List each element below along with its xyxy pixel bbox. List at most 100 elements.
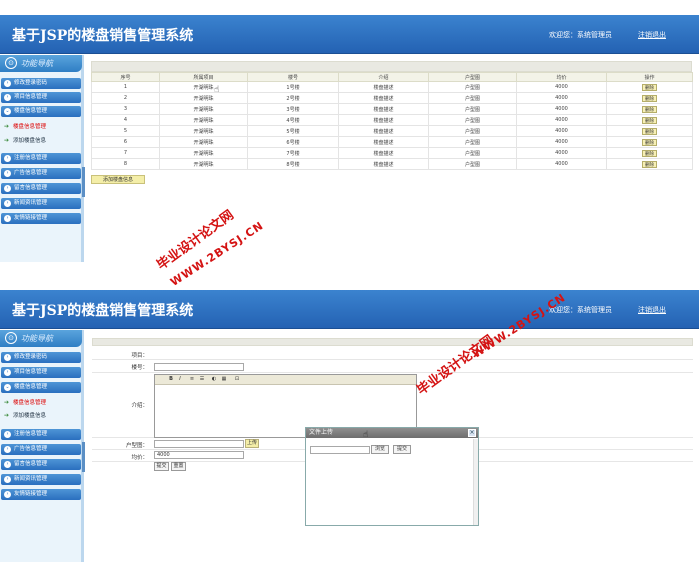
table-row: 7 开湖明珠 7号楼 楼盘描述 户型图 4000 删除 bbox=[91, 147, 693, 159]
table-cell: 6号楼 bbox=[247, 136, 339, 148]
sidebar: ⊙ 功能导航 › 修改登录密码 › 项目信息管理 ⌄ 楼盘信息管理 ➔ 楼盘信息管理 ➔… bbox=[0, 55, 84, 262]
table-cell: 6 bbox=[91, 136, 160, 148]
file-upload-dialog: 文件上传 × 浏览 提交 bbox=[305, 427, 479, 526]
menu-label: 修改登录密码 bbox=[14, 354, 48, 360]
table-cell: 4000 bbox=[516, 81, 607, 93]
menu-ad-management[interactable]: › 广告信息管理 bbox=[1, 168, 81, 179]
action-cell: 删除 bbox=[606, 147, 693, 159]
table-cell: 3号楼 bbox=[247, 103, 339, 115]
dialog-submit-button[interactable]: 提交 bbox=[393, 445, 411, 454]
menu-label: 广告信息管理 bbox=[14, 446, 48, 452]
menu-news-management[interactable]: › 新闻资讯管理 bbox=[1, 474, 81, 485]
table-cell: 2号楼 bbox=[247, 92, 339, 104]
table-cell: 楼盘描述 bbox=[338, 114, 429, 126]
submit-button[interactable]: 提交 bbox=[154, 462, 169, 471]
menu-project-management[interactable]: › 项目信息管理 bbox=[1, 92, 81, 103]
table-cell: 1 bbox=[91, 81, 160, 93]
reset-button[interactable]: 重置 bbox=[171, 462, 186, 471]
close-icon[interactable]: × bbox=[468, 429, 476, 437]
table-row: 1 开湖明珠 1号楼 楼盘描述 户型图 4000 删除 bbox=[91, 81, 693, 93]
menu-news-management[interactable]: › 新闻资讯管理 bbox=[1, 198, 81, 209]
image-icon[interactable]: ◐ bbox=[210, 376, 218, 383]
delete-button[interactable]: 删除 bbox=[642, 116, 657, 124]
menu-change-password[interactable]: › 修改登录密码 bbox=[1, 352, 81, 363]
arrow-right-icon: ➔ bbox=[4, 123, 10, 130]
table-row: 5 开湖明珠 5号楼 楼盘描述 户型图 4000 删除 bbox=[91, 125, 693, 137]
submenu-add-building[interactable]: ➔ 添加楼盘信息 bbox=[4, 136, 80, 146]
menu-message-management[interactable]: › 留言信息管理 bbox=[1, 183, 81, 194]
delete-button[interactable]: 删除 bbox=[642, 127, 657, 135]
chevron-right-icon: › bbox=[4, 476, 11, 483]
table-cell: 开湖明珠 bbox=[159, 136, 248, 148]
menu-change-password[interactable]: › 修改登录密码 bbox=[1, 78, 81, 89]
nav-header-label: 功能导航 bbox=[21, 334, 53, 343]
column-header: 所属项目 bbox=[159, 72, 248, 82]
menu-message-management[interactable]: › 留言信息管理 bbox=[1, 459, 81, 470]
table-icon[interactable]: ▦ bbox=[220, 376, 228, 383]
table-cell: 楼盘描述 bbox=[338, 103, 429, 115]
table-row: 2 开湖明珠 2号楼 楼盘描述 户型图 4000 删除 bbox=[91, 92, 693, 104]
menu-project-management[interactable]: › 项目信息管理 bbox=[1, 367, 81, 378]
menu-registration-management[interactable]: › 注册信息管理 bbox=[1, 429, 81, 440]
welcome-text: 欢迎您：系统管理员 bbox=[549, 31, 612, 39]
delete-button[interactable]: 删除 bbox=[642, 138, 657, 146]
logout-link[interactable]: 注销退出 bbox=[638, 30, 666, 40]
chevron-right-icon: › bbox=[4, 446, 11, 453]
upload-button[interactable]: 上传 bbox=[245, 439, 259, 448]
logout-link[interactable]: 注销退出 bbox=[638, 305, 666, 315]
sidebar-toggle-bar[interactable] bbox=[82, 442, 85, 472]
chevron-right-icon: › bbox=[4, 200, 11, 207]
dialog-scrollbar[interactable] bbox=[473, 439, 478, 525]
delete-button[interactable]: 删除 bbox=[642, 94, 657, 102]
sidebar-toggle-bar[interactable] bbox=[82, 167, 85, 197]
table-cell: 开湖明珠 bbox=[159, 92, 248, 104]
table-cell: 4000 bbox=[516, 125, 607, 137]
submenu-label: 楼盘信息管理 bbox=[13, 124, 47, 130]
menu-ad-management[interactable]: › 广告信息管理 bbox=[1, 444, 81, 455]
floorplan-input[interactable] bbox=[154, 440, 244, 448]
dialog-title: 文件上传 × bbox=[306, 428, 478, 438]
delete-button[interactable]: 删除 bbox=[642, 83, 657, 91]
add-building-button[interactable]: 添加楼盘信息 bbox=[91, 175, 145, 184]
delete-button[interactable]: 删除 bbox=[642, 105, 657, 113]
price-input[interactable]: 4000 bbox=[154, 451, 244, 459]
delete-button[interactable]: 删除 bbox=[642, 160, 657, 168]
column-header: 介绍 bbox=[338, 72, 429, 82]
menu-label: 楼盘信息管理 bbox=[14, 384, 48, 390]
action-cell: 删除 bbox=[606, 103, 693, 115]
chevron-down-icon: ⌄ bbox=[4, 384, 11, 391]
action-cell: 删除 bbox=[606, 136, 693, 148]
menu-links-management[interactable]: › 友情链接管理 bbox=[1, 489, 81, 500]
ordered-list-icon[interactable]: ≡ bbox=[188, 376, 196, 383]
menu-label: 项目信息管理 bbox=[14, 94, 48, 100]
arrow-right-icon: ➔ bbox=[4, 412, 10, 419]
hand-cursor-icon: ☝ bbox=[363, 430, 369, 440]
submenu-add-building[interactable]: ➔ 添加楼盘信息 bbox=[4, 411, 80, 421]
chevron-right-icon: › bbox=[4, 170, 11, 177]
menu-label: 友情链接管理 bbox=[14, 215, 48, 221]
submenu-building-list[interactable]: ➔ 楼盘信息管理 bbox=[4, 122, 80, 132]
bold-icon[interactable]: B bbox=[167, 376, 175, 383]
menu-building-management[interactable]: ⌄ 楼盘信息管理 bbox=[1, 106, 81, 117]
source-icon[interactable]: ⊡ bbox=[233, 376, 241, 383]
unordered-list-icon[interactable]: ☰ bbox=[198, 376, 206, 383]
action-cell: 删除 bbox=[606, 114, 693, 126]
menu-registration-management[interactable]: › 注册信息管理 bbox=[1, 153, 81, 164]
menu-links-management[interactable]: › 友情链接管理 bbox=[1, 213, 81, 224]
browse-button[interactable]: 浏览 bbox=[371, 445, 389, 454]
file-path-input[interactable] bbox=[310, 446, 370, 454]
menu-building-management[interactable]: ⌄ 楼盘信息管理 bbox=[1, 382, 81, 393]
italic-icon[interactable]: I bbox=[176, 376, 184, 383]
table-cell: 楼盘描述 bbox=[338, 125, 429, 137]
delete-button[interactable]: 删除 bbox=[642, 149, 657, 157]
submenu-label: 楼盘信息管理 bbox=[13, 400, 47, 406]
building-number-input[interactable] bbox=[154, 363, 244, 371]
table-cell: 户型图 bbox=[428, 92, 517, 104]
table-cell: 开湖明珠 bbox=[159, 81, 248, 93]
chevron-right-icon: › bbox=[4, 491, 11, 498]
app-title: 基于JSP的楼盘销售管理系统 bbox=[12, 303, 194, 319]
table-cell: 7 bbox=[91, 147, 160, 159]
submenu-building-list[interactable]: ➔ 楼盘信息管理 bbox=[4, 398, 80, 408]
form-row-project: 项目： bbox=[92, 348, 693, 360]
table-cell: 4000 bbox=[516, 147, 607, 159]
